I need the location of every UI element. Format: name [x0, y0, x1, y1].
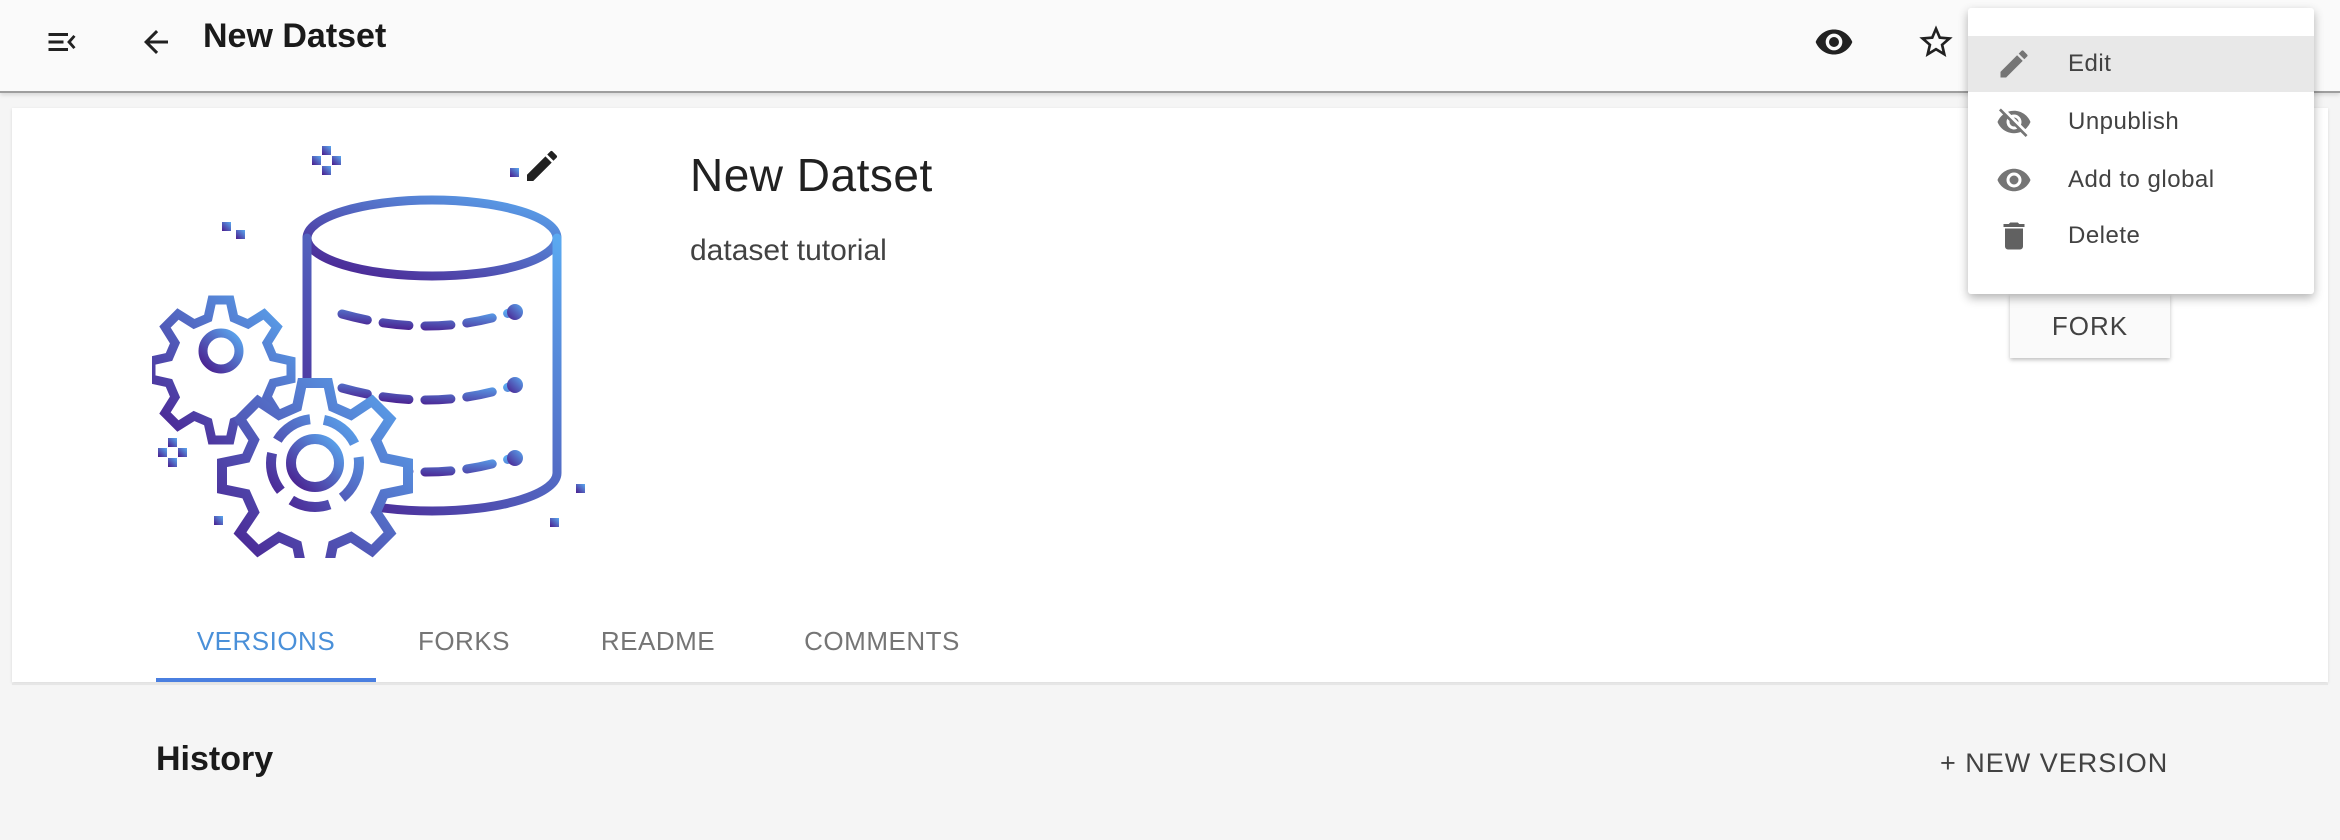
menu-item-unpublish[interactable]: Unpublish — [1968, 94, 2314, 150]
eye-icon — [1996, 162, 2032, 198]
tab-versions[interactable]: VERSIONS — [156, 604, 376, 682]
tab-comments[interactable]: COMMENTS — [776, 604, 988, 678]
menu-item-delete[interactable]: Delete — [1968, 208, 2314, 264]
trash-icon — [1996, 218, 2032, 254]
eye-off-icon — [1996, 104, 2032, 140]
fork-button[interactable]: FORK — [2010, 294, 2170, 358]
pencil-icon — [1996, 46, 2032, 82]
dataset-description: dataset tutorial — [690, 234, 887, 267]
dataset-illustration — [146, 138, 592, 574]
star-icon[interactable] — [1914, 20, 1958, 64]
edit-image-pencil-icon[interactable] — [522, 146, 562, 186]
tabs-divider — [12, 683, 2328, 685]
back-arrow-icon[interactable] — [134, 20, 178, 64]
menu-item-label: Edit — [2068, 50, 2112, 77]
menu-item-add-to-global[interactable]: Add to global — [1968, 152, 2314, 208]
menu-item-edit[interactable]: Edit — [1968, 36, 2314, 92]
new-version-button[interactable]: + NEW VERSION — [1940, 748, 2168, 779]
tab-readme[interactable]: README — [568, 604, 748, 678]
history-heading: History — [156, 740, 274, 778]
eye-icon[interactable] — [1812, 20, 1856, 64]
menu-item-label: Add to global — [2068, 166, 2215, 193]
dataset-title: New Datset — [690, 149, 933, 201]
menu-collapse-icon[interactable] — [40, 20, 84, 64]
menu-item-label: Delete — [2068, 222, 2141, 249]
tab-forks[interactable]: FORKS — [386, 604, 542, 678]
more-actions-menu: Edit Unpublish Add to global Delete — [1968, 8, 2314, 294]
page-title: New Datset — [203, 17, 387, 55]
menu-item-label: Unpublish — [2068, 108, 2180, 135]
